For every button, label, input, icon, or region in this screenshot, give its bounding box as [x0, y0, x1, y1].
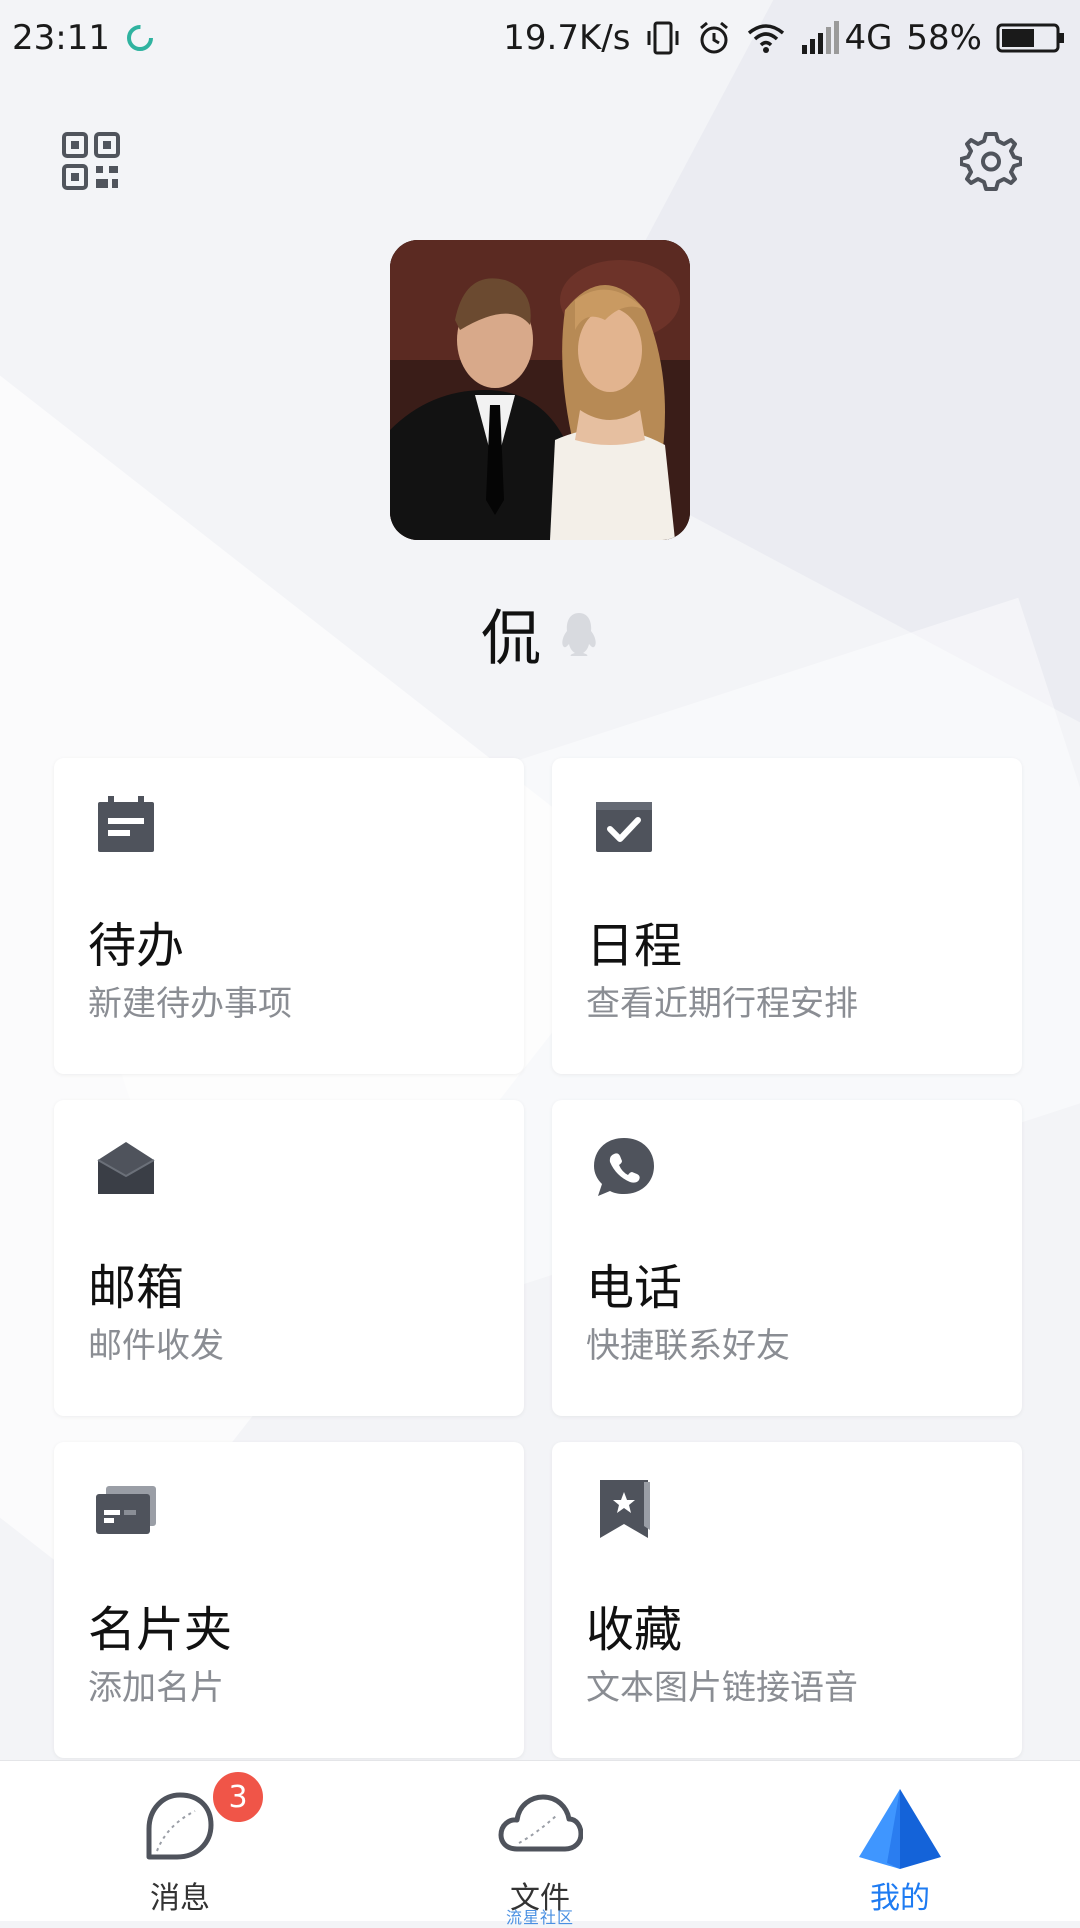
profile-name[interactable]: 侃: [481, 590, 541, 677]
bookmark-star-icon: [600, 1480, 650, 1538]
nav-mine[interactable]: 我的: [720, 1761, 1080, 1921]
profile-name-row: 侃: [0, 590, 1080, 677]
settings-gear-icon[interactable]: [960, 130, 1022, 192]
card-title: 邮箱: [88, 1260, 185, 1316]
card-title: 待办: [88, 918, 185, 974]
profile-avatar[interactable]: [390, 240, 690, 540]
card-title: 名片夹: [88, 1602, 233, 1658]
nav-messages[interactable]: 3 消息: [0, 1761, 360, 1921]
battery-percent: 58%: [906, 18, 982, 58]
tim-logo-icon: [859, 1789, 941, 1869]
todo-calendar-icon: [98, 796, 154, 852]
app-notification-icon: [126, 25, 153, 51]
card-todo[interactable]: 待办 新建待办事项: [54, 758, 524, 1074]
card-subtitle: 邮件收发: [88, 1326, 224, 1366]
wifi-icon: [748, 24, 785, 53]
network-type: 4G: [844, 18, 893, 58]
card-subtitle: 添加名片: [88, 1668, 224, 1708]
nav-label: 我的: [870, 1881, 930, 1916]
phone-bubble-icon: [594, 1138, 654, 1196]
battery-icon: [996, 22, 1066, 54]
vibrate-icon: [647, 21, 679, 55]
alarm-icon: [700, 21, 729, 54]
card-title: 日程: [586, 918, 683, 974]
schedule-check-icon: [596, 802, 652, 852]
nav-files[interactable]: 文件 流星社区: [360, 1761, 720, 1927]
qr-code-icon[interactable]: [62, 132, 120, 190]
card-subtitle: 文本图片链接语音: [586, 1668, 858, 1708]
status-bar: 23:11 19.7K/s 4G 58%: [0, 0, 1080, 76]
cloud-icon: [498, 1794, 583, 1852]
business-card-icon: [96, 1486, 156, 1534]
feature-grid: 待办 新建待办事项 日程 查看近期行程安排 邮箱 邮件收发 电话 快捷联系好友: [54, 758, 1026, 1758]
message-badge: 3: [210, 1769, 266, 1825]
network-speed: 19.7K/s: [503, 18, 631, 58]
profile-header: [0, 76, 1080, 246]
card-mailbox[interactable]: 邮箱 邮件收发: [54, 1100, 524, 1416]
card-title: 电话: [586, 1260, 683, 1316]
mail-envelope-icon: [97, 1142, 155, 1194]
nav-label: 消息: [150, 1881, 210, 1916]
card-business-cards[interactable]: 名片夹 添加名片: [54, 1442, 524, 1758]
card-subtitle: 查看近期行程安排: [586, 984, 858, 1024]
watermark-text: 流星社区: [505, 1908, 574, 1927]
status-time: 23:11: [12, 18, 110, 58]
card-schedule[interactable]: 日程 查看近期行程安排: [552, 758, 1022, 1074]
card-favorites[interactable]: 收藏 文本图片链接语音: [552, 1442, 1022, 1758]
card-phone[interactable]: 电话 快捷联系好友: [552, 1100, 1022, 1416]
qq-penguin-icon: [562, 612, 596, 656]
card-title: 收藏: [586, 1602, 683, 1658]
card-subtitle: 新建待办事项: [88, 984, 292, 1024]
bottom-navigation: 3 消息 文件 流星社区 我的: [0, 1760, 1080, 1927]
card-subtitle: 快捷联系好友: [586, 1326, 790, 1366]
signal-icon: [802, 21, 840, 54]
